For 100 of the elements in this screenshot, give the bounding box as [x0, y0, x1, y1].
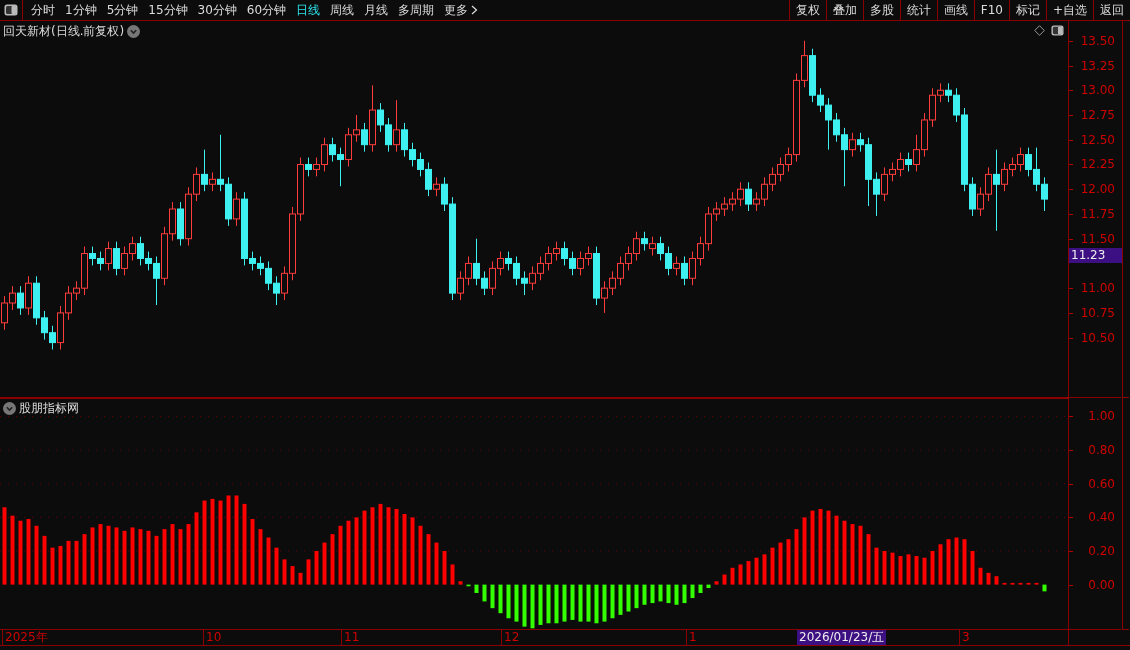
indicator-bar — [770, 547, 775, 585]
candlestick — [585, 246, 592, 266]
indicator-bar — [1034, 582, 1039, 585]
panel-toggle-icon[interactable] — [4, 3, 18, 17]
period-tab[interactable]: 1分钟 — [61, 0, 101, 20]
candlestick — [497, 251, 504, 276]
candlestick — [377, 102, 384, 133]
candlestick — [729, 191, 736, 212]
axis-tick-label: 12.50 — [1080, 132, 1115, 147]
time-axis-label: 12 — [501, 630, 520, 645]
more-button[interactable]: 更多 — [440, 0, 483, 20]
candlestick — [601, 280, 608, 314]
candlestick — [681, 256, 688, 286]
period-tab[interactable]: 5分钟 — [102, 0, 143, 20]
chevron-down-icon[interactable] — [127, 25, 141, 38]
candlestick — [665, 246, 672, 276]
indicator-bar — [914, 556, 919, 585]
indicator-bar — [834, 515, 839, 585]
candlestick — [489, 260, 496, 296]
candlestick — [777, 157, 784, 182]
candlestick — [641, 231, 648, 252]
candlestick — [537, 256, 544, 281]
candlestick — [849, 132, 856, 158]
indicator-bar — [898, 556, 903, 585]
candlestick — [833, 112, 840, 143]
indicator-bar — [602, 584, 607, 622]
candlestick — [633, 231, 640, 261]
candlestick — [417, 152, 424, 177]
candlestick — [817, 87, 824, 113]
indicator-bar — [978, 567, 983, 585]
candlestick — [521, 270, 528, 296]
candlestick — [457, 270, 464, 301]
toolbar-button[interactable]: 复权 — [788, 0, 826, 20]
toolbar-button[interactable]: 统计 — [899, 0, 937, 20]
candlestick — [73, 280, 80, 301]
candlestick — [433, 176, 440, 197]
indicator-bar — [42, 535, 47, 585]
indicator-bar — [786, 539, 791, 585]
indicator-bar — [762, 554, 767, 585]
axis-tick-label: 13.25 — [1080, 58, 1115, 73]
candlestick — [9, 285, 16, 311]
toolbar-button[interactable]: 画线 — [936, 0, 974, 20]
last-price-label: 11.23 — [1069, 248, 1122, 263]
candlestick — [553, 241, 560, 261]
period-tab[interactable]: 分时 — [27, 0, 59, 20]
chevron-right-icon — [471, 5, 479, 15]
indicator-bar — [698, 584, 703, 593]
indicator-bar — [962, 539, 967, 585]
period-tab[interactable]: 30分钟 — [193, 0, 241, 20]
toolbar-button[interactable]: F10 — [973, 0, 1009, 20]
candlestick — [273, 275, 280, 306]
candlestick — [937, 82, 944, 103]
period-tab[interactable]: 多周期 — [394, 0, 439, 20]
period-tab[interactable]: 周线 — [326, 0, 359, 20]
indicator-bar — [346, 520, 351, 585]
axis-tick-label: 11.50 — [1080, 231, 1115, 246]
chevron-down-icon[interactable] — [3, 402, 16, 415]
candlestick — [265, 260, 272, 291]
indicator-bar — [122, 530, 127, 585]
indicator-bar — [426, 534, 431, 585]
period-tab[interactable]: 60分钟 — [242, 0, 291, 20]
chart-title: 回天新材(日线.前复权) — [3, 23, 125, 40]
period-tab[interactable]: 月线 — [360, 0, 393, 20]
indicator-bar — [10, 515, 15, 585]
indicator-bar — [482, 584, 487, 602]
indicator-bar — [1018, 582, 1023, 585]
indicator-bar — [58, 545, 63, 585]
indicator-bar — [162, 529, 167, 585]
indicator-bar — [578, 584, 583, 622]
indicator-bar — [514, 584, 519, 622]
candlestick — [689, 251, 696, 286]
toolbar-button[interactable]: 标记 — [1008, 0, 1046, 20]
toolbar-button[interactable]: +自选 — [1045, 0, 1093, 20]
candlestick — [913, 134, 920, 172]
indicator-bar — [98, 524, 103, 585]
axis-tick-label: 10.50 — [1080, 330, 1115, 345]
candlestick — [105, 241, 112, 271]
candlestick — [385, 117, 392, 153]
indicator-bar — [458, 581, 463, 585]
indicator-bar — [562, 584, 567, 622]
toolbar-button[interactable]: 叠加 — [825, 0, 863, 20]
candlestick — [49, 325, 56, 351]
period-tab[interactable]: 15分钟 — [144, 0, 192, 20]
panel-toggle-icon[interactable] — [1051, 24, 1064, 37]
indicator-bar — [906, 554, 911, 585]
toolbar-button[interactable]: 多股 — [862, 0, 900, 20]
indicator-bar — [866, 534, 871, 585]
candlestick — [145, 251, 152, 271]
indicator-bar — [842, 520, 847, 585]
indicator-bar — [722, 574, 727, 585]
candlestick — [857, 132, 864, 153]
candlestick — [721, 196, 728, 217]
toolbar-button[interactable]: 返回 — [1093, 0, 1130, 20]
candlestick — [129, 236, 136, 261]
period-tab[interactable]: 日线 — [292, 0, 325, 20]
candlestick — [761, 176, 768, 207]
diamond-icon[interactable] — [1034, 25, 1045, 36]
indicator-bar — [1002, 582, 1007, 585]
indicator-bar — [498, 584, 503, 614]
indicator-bar — [738, 564, 743, 585]
